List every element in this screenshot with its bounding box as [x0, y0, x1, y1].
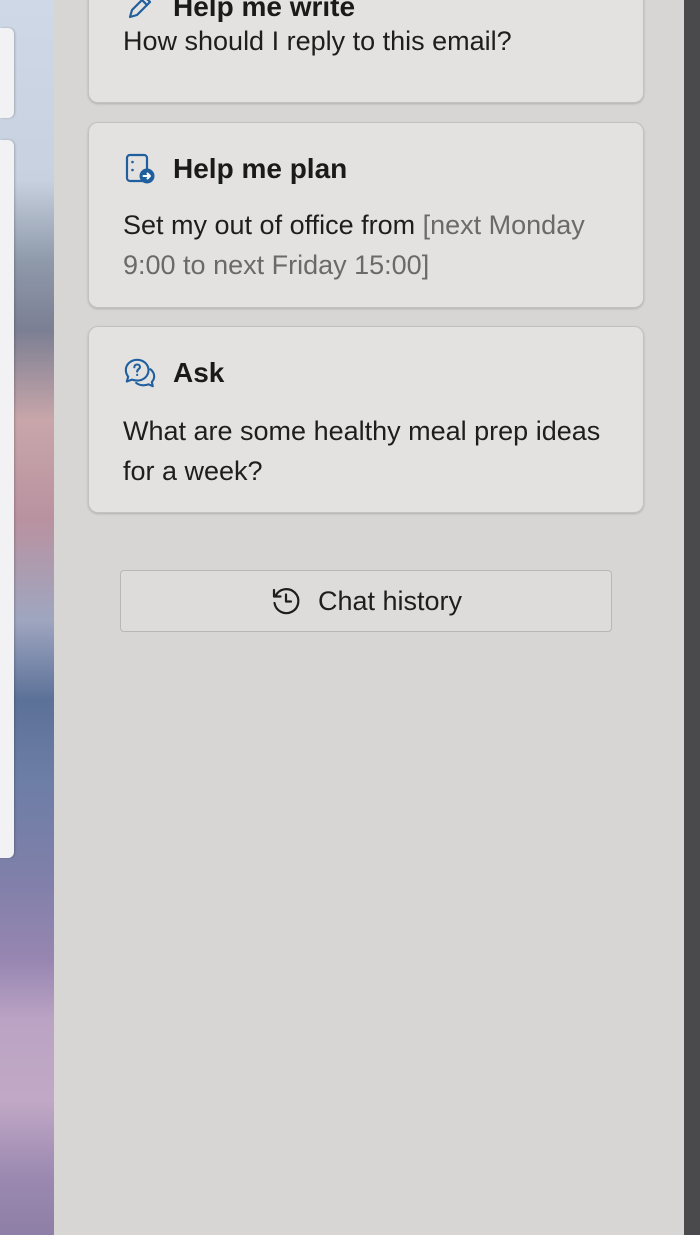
prompt-text: Set my out of office from: [123, 210, 423, 240]
card-header: Ask: [123, 357, 224, 389]
card-prompt: How should I reply to this email?: [123, 21, 615, 61]
card-title: Help me plan: [173, 153, 348, 184]
background-window-edge[interactable]: [0, 140, 14, 858]
card-title: Ask: [173, 357, 225, 388]
prompt-text: What are some healthy meal prep ideas fo…: [123, 416, 601, 486]
copilot-pane: Help me write How should I reply to this…: [54, 0, 684, 1235]
chat-question-icon: [123, 356, 157, 390]
chat-history-button[interactable]: Chat history: [120, 570, 612, 632]
card-header: Help me write: [123, 0, 355, 23]
history-clock-icon: [270, 585, 302, 617]
suggestion-card-ask[interactable]: Ask What are some healthy meal prep idea…: [88, 326, 644, 513]
window-frame-edge: [684, 0, 700, 1235]
background-window-edge[interactable]: [0, 28, 14, 118]
card-prompt: What are some healthy meal prep ideas fo…: [123, 411, 615, 491]
card-title: Help me write: [173, 0, 356, 22]
suggestion-card-plan[interactable]: Help me plan Set my out of office from […: [88, 122, 644, 308]
desktop-wallpaper: [0, 0, 54, 1235]
card-header: Help me plan: [123, 153, 347, 185]
suggestion-card-write[interactable]: Help me write How should I reply to this…: [88, 0, 644, 103]
chat-history-label: Chat history: [317, 585, 463, 616]
card-prompt: Set my out of office from [next Monday 9…: [123, 205, 615, 285]
prompt-text: How should I reply to this email?: [123, 26, 512, 56]
calendar-arrow-icon: [123, 152, 157, 186]
